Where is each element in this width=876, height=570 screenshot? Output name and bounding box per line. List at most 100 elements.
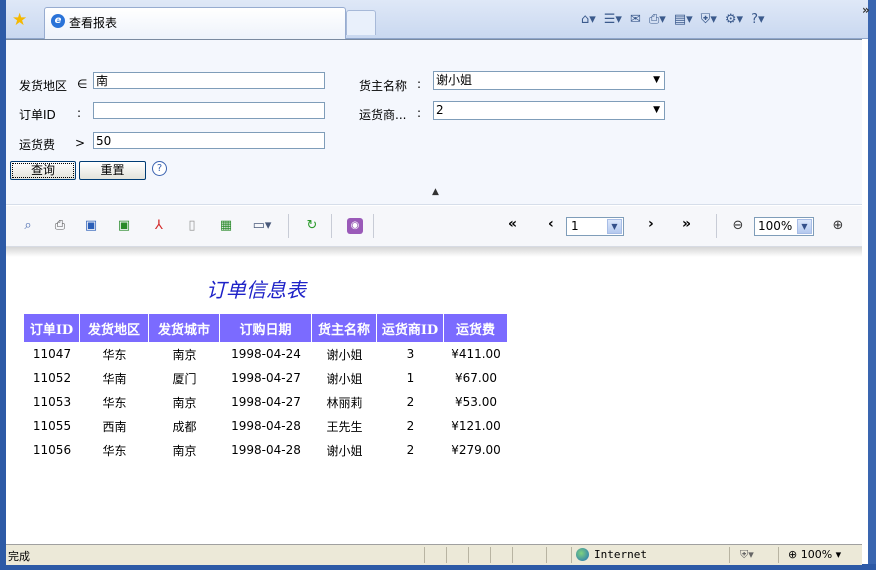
home-icon[interactable]: ⌂▾ [578,12,599,27]
status-zoom-value: 100% [800,548,833,561]
help-icon[interactable]: ? [152,161,167,176]
report-title: 订单信息表 [206,278,306,302]
column-header-shipper-id: 运货商ID [377,314,444,342]
previous-page-button[interactable]: ‹ [548,216,554,232]
page-number-value: 1 [571,219,579,233]
shipper-dropdown-arrow-icon[interactable]: ▼ [653,102,660,119]
status-divider [446,547,447,563]
status-divider [729,547,730,563]
reset-button[interactable]: 重置 [79,161,146,180]
status-divider [468,547,469,563]
zoom-dropdown-arrow-icon[interactable]: ▼ [797,219,812,234]
table-row: 11055 西南 成都 1998-04-28 王先生 2 ¥121.00 [24,414,508,438]
region-label: 发货地区 [19,79,68,93]
cell-freight: ¥279.00 [451,443,501,457]
status-text: 完成 [8,550,30,563]
toolbar-shadow [6,247,862,257]
zoom-in-icon[interactable]: ⊕ [830,218,846,234]
tools-gear-icon[interactable]: ⚙▾ [722,12,746,27]
first-page-button[interactable]: « [508,216,517,232]
refresh-icon[interactable]: ↻ [304,218,320,234]
toolbar-overflow-chevron[interactable]: » [862,3,870,17]
owner-select-value: 谢小姐 [436,73,473,87]
shipper-select-value: 2 [436,103,444,117]
export-excel-icon[interactable]: ▣ [116,218,132,234]
page-dropdown-arrow-icon[interactable]: ▼ [607,219,622,234]
cell-shipper-id: 3 [406,347,415,361]
print-icon[interactable]: ⎙▾ [646,12,669,27]
internet-zone-icon [576,548,589,561]
freight-input[interactable]: 50 [93,132,325,149]
export-pdf-icon[interactable]: ⅄ [151,218,167,234]
cell-order-id: 11052 [32,371,72,385]
table-header-row: 订单ID 发货地区 发货城市 订购日期 货主名称 运货商ID 运货费 [24,314,508,342]
page-number-select[interactable]: 1 ▼ [566,217,624,236]
export-word-icon[interactable]: ▣ [83,218,99,234]
owner-dropdown-arrow-icon[interactable]: ▼ [653,72,660,89]
toolbar-separator [716,214,717,238]
toolbar-separator [331,214,332,238]
protected-mode-icon[interactable]: ⛨▾ [740,548,754,562]
browser-tab-bar: ★ e 查看报表 ⌂▾ ☰▾ ✉ ⎙▾ ▤▾ ⛨▾ ⚙▾ ?▾ » [6,0,870,39]
zoom-value: 100% [758,219,793,233]
cell-owner: 谢小姐 [326,371,363,386]
export-text-icon[interactable]: ▯ [184,218,200,234]
shipper-operator: : [417,106,422,120]
cell-order-date: 1998-04-28 [231,443,301,457]
cell-region: 华东 [102,443,127,458]
status-divider [512,547,513,563]
browser-tab-active[interactable]: e 查看报表 [44,7,346,39]
cell-freight: ¥53.00 [455,395,497,409]
cell-order-date: 1998-04-27 [231,371,301,385]
mail-icon[interactable]: ✉ [627,12,644,27]
cell-order-date: 1998-04-27 [231,395,301,409]
cell-owner: 王先生 [326,419,363,434]
last-page-button[interactable]: » [682,216,691,232]
cell-order-id: 11047 [32,347,72,361]
zoom-out-icon[interactable]: ⊖ [730,218,746,234]
zoom-select[interactable]: 100% ▼ [754,217,814,236]
status-divider [778,547,779,563]
rss-feed-icon[interactable]: ◉ [347,218,363,234]
table-row: 11052 华南 厦门 1998-04-27 谢小姐 1 ¥67.00 [24,366,508,390]
region-operator: ∈ [77,77,88,91]
ie-page-icon: e [51,14,65,28]
new-tab-button[interactable] [346,10,376,35]
freight-operator: > [75,136,86,150]
cell-order-id: 11053 [32,395,72,409]
status-divider [546,547,547,563]
cell-shipper-id: 2 [406,443,415,457]
order-id-input[interactable] [93,102,325,119]
column-header-region: 发货地区 [80,314,149,342]
export-menu-icon[interactable]: ▭▾ [247,218,277,234]
collapse-panel-icon[interactable]: ▲ [432,187,439,197]
feeds-icon[interactable]: ☰▾ [601,12,625,27]
cell-shipper-id: 1 [406,371,415,385]
toolbar-separator [373,214,374,238]
cell-order-date: 1998-04-24 [231,347,301,361]
owner-select[interactable]: 谢小姐 ▼ [433,71,665,90]
region-input[interactable]: 南 [93,72,325,89]
search-button[interactable]: 查询 [10,161,76,180]
column-header-city: 发货城市 [149,314,220,342]
query-panel: 发货地区 ∈ 南 订单ID : 运货费 > 50 货主名称 : 谢小姐 ▼ 运货… [6,40,862,205]
toolbar-separator [288,214,289,238]
print-icon[interactable]: ⎙ [52,218,68,234]
favorites-star-icon[interactable]: ★ [12,10,27,30]
export-excel-data-icon[interactable]: ▦ [218,218,234,234]
cell-order-id: 11056 [32,443,72,457]
shipper-label: 运货商... [359,108,407,122]
print-preview-icon[interactable]: ⌕ [20,218,36,234]
status-zoom-level[interactable]: ⊕ 100% ▾ [788,548,841,561]
column-header-freight: 运货费 [444,314,508,342]
cell-freight: ¥67.00 [455,371,497,385]
next-page-button[interactable]: › [648,216,654,232]
owner-operator: : [417,77,422,91]
safety-icon[interactable]: ⛨▾ [698,12,720,27]
cell-shipper-id: 2 [406,395,415,409]
column-header-order-date: 订购日期 [220,314,312,342]
table-row: 11047 华东 南京 1998-04-24 谢小姐 3 ¥411.00 [24,342,508,366]
shipper-select[interactable]: 2 ▼ [433,101,665,120]
page-menu-icon[interactable]: ▤▾ [671,12,696,27]
help-menu-icon[interactable]: ?▾ [748,12,767,27]
